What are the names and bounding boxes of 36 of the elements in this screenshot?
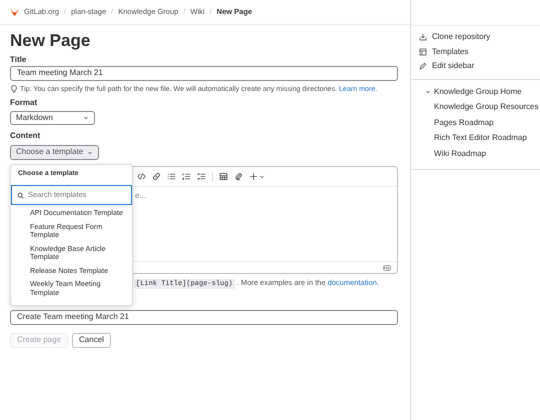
- field-label: Title: [10, 55, 28, 65]
- chevron-down-icon: [83, 115, 89, 121]
- template-button[interactable]: Choose a template: [10, 145, 100, 160]
- logo-icon: [10, 8, 19, 16]
- sidebar-action[interactable]: Clone repository: [411, 30, 540, 44]
- pencil-icon: [419, 62, 427, 70]
- chevron-down-icon: [259, 174, 265, 180]
- bullet-list-icon[interactable]: [167, 172, 176, 181]
- commit-message-field[interactable]: Create Team meeting March 21: [10, 310, 398, 325]
- search-icon: [17, 192, 24, 199]
- field-label: Format: [10, 98, 38, 108]
- field-label: Content: [10, 131, 42, 141]
- format-select[interactable]: Markdown: [10, 111, 95, 125]
- lightbulb-icon: [10, 85, 18, 93]
- wiki-page-link[interactable]: Wiki Roadmap: [411, 146, 540, 162]
- wiki-page-link[interactable]: Knowledge Group Home: [411, 84, 540, 100]
- cancel-button[interactable]: Cancel: [72, 333, 111, 348]
- plus-icon: [249, 172, 258, 181]
- chevron-down-icon: [87, 150, 94, 156]
- sidebar-action[interactable]: Templates: [411, 44, 540, 59]
- sidebar-action[interactable]: Edit sidebar: [411, 59, 540, 74]
- wiki-page-link[interactable]: Knowledge Group Resources: [411, 100, 540, 116]
- checklist-icon[interactable]: [197, 172, 206, 181]
- markdown-icon: [382, 264, 392, 272]
- link-icon[interactable]: [152, 172, 161, 181]
- download-icon: [419, 33, 427, 42]
- paperclip-icon[interactable]: [234, 172, 243, 181]
- numbered-list-icon[interactable]: [182, 172, 191, 181]
- insert-menu-button[interactable]: [249, 172, 265, 181]
- code-icon[interactable]: [137, 172, 146, 181]
- page-heading: New Page: [10, 31, 92, 51]
- template-icon: [419, 48, 427, 56]
- wiki-page-link[interactable]: Rich Text Editor Roadmap: [411, 130, 540, 146]
- wiki-page-link[interactable]: Pages Roadmap: [411, 115, 540, 131]
- table-icon[interactable]: [219, 172, 228, 181]
- title-field[interactable]: Team meeting March 21: [10, 66, 398, 81]
